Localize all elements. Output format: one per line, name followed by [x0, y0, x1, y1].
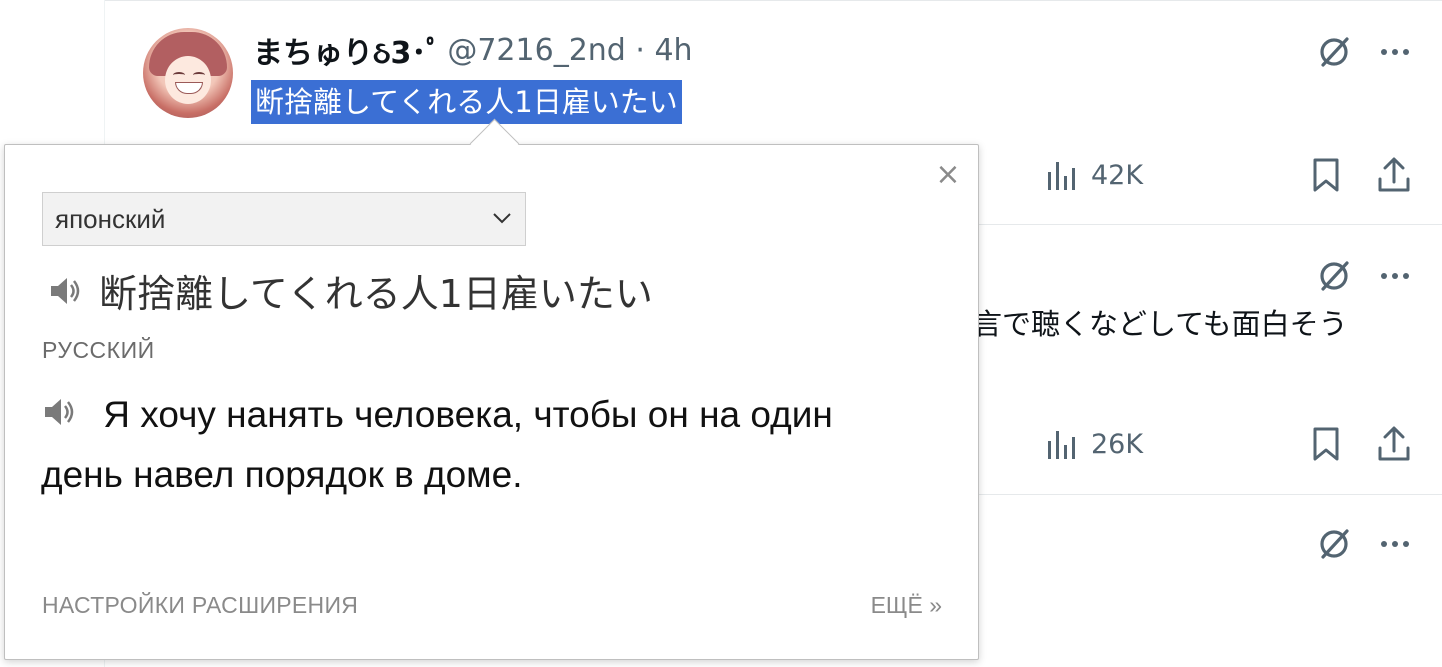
grok-icon[interactable] — [1312, 522, 1356, 566]
extension-settings-link[interactable]: НАСТРОЙКИ РАСШИРЕНИЯ — [42, 592, 358, 619]
avatar[interactable] — [143, 28, 233, 118]
target-language-label: РУССКИЙ — [42, 337, 155, 363]
chevron-down-icon — [493, 213, 511, 224]
bookmark-icon[interactable] — [1304, 422, 1348, 466]
grok-icon[interactable] — [1312, 254, 1356, 298]
tweet-text-selected[interactable]: 断捨離してくれる人1日雇いたい — [251, 80, 682, 124]
source-text: 断捨離してくれる人1日雇いたい — [99, 272, 653, 316]
close-icon[interactable]: × — [932, 159, 964, 191]
translator-popup: × японский 断捨離してくれる人1日雇いたい РУССКИЙ Я хоч… — [4, 144, 979, 660]
display-name[interactable]: まちゅりઠ3･ﾟ — [253, 28, 441, 72]
avatar-face — [165, 56, 211, 104]
more-link[interactable]: ЕЩЁ » — [871, 592, 942, 619]
tweet-header: まちゅりઠ3･ﾟ @7216_2nd · 4h — [253, 28, 693, 72]
source-language-value: японский — [55, 203, 166, 234]
avatar-eye — [193, 72, 205, 78]
grok-icon[interactable] — [1312, 30, 1356, 74]
share-icon[interactable] — [1372, 422, 1416, 466]
views-icon — [1048, 162, 1075, 190]
tweet-text[interactable]: 言で聴くなどしても面白そう — [973, 302, 1348, 346]
speaker-icon[interactable] — [47, 272, 85, 310]
handle-and-time[interactable]: @7216_2nd · 4h — [447, 33, 692, 68]
more-icon[interactable] — [1373, 30, 1417, 74]
source-language-select[interactable]: японский — [42, 192, 526, 246]
views-value: 42K — [1091, 159, 1144, 191]
more-icon[interactable] — [1373, 254, 1417, 298]
bookmark-icon[interactable] — [1304, 153, 1348, 197]
share-icon[interactable] — [1372, 153, 1416, 197]
avatar-eye — [173, 72, 185, 78]
more-icon[interactable] — [1373, 522, 1417, 566]
tweet-divider — [105, 0, 1442, 1]
views-count[interactable]: 42K — [1045, 153, 1143, 197]
translated-text: Я хочу нанять человека, чтобы он на один… — [41, 394, 833, 495]
speaker-icon[interactable] — [41, 393, 79, 431]
views-count[interactable]: 26K — [1045, 422, 1143, 466]
target-row: Я хочу нанять человека, чтобы он на один… — [41, 385, 921, 505]
source-row: 断捨離してくれる人1日雇いたい — [47, 263, 653, 318]
views-value: 26K — [1091, 428, 1144, 460]
views-icon — [1048, 431, 1075, 459]
